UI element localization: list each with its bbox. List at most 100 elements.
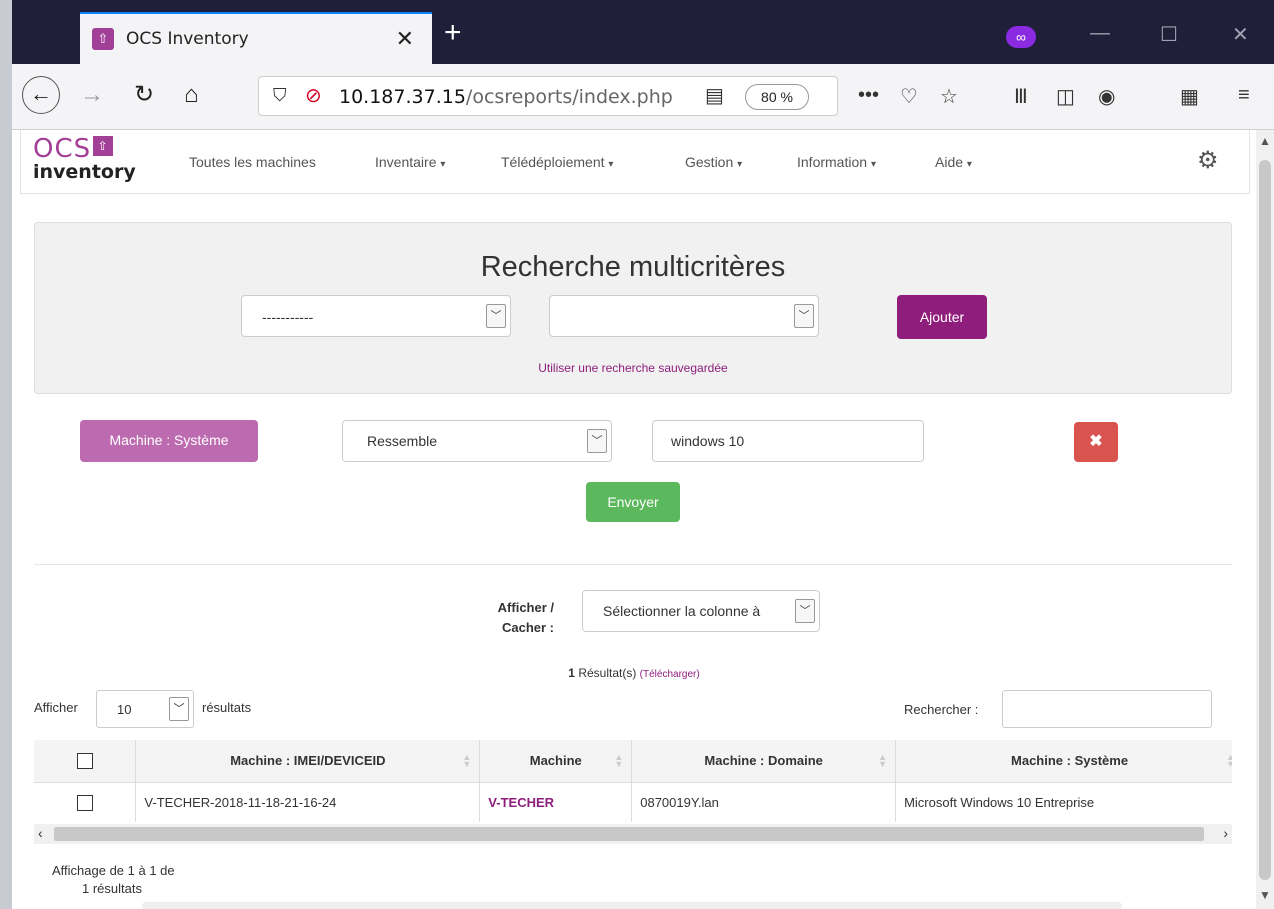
url-text[interactable]: 10.187.37.15/ocsreports/index.php [339,86,673,108]
menu-all-machines[interactable]: Toutes les machines [189,154,316,170]
back-arrow-icon[interactable]: ← [22,76,60,114]
maximize-icon[interactable]: ☐ [1160,22,1178,47]
url-bar[interactable]: ⛉ ⊘ 10.187.37.15/ocsreports/index.php ▤ … [258,76,838,116]
shield-icon[interactable]: ⛉ [273,85,287,106]
scrollbar-thumb[interactable] [54,827,1204,841]
column-header-system[interactable]: Machine : Système ▲ ▼ [895,740,1232,783]
chevron-down-icon[interactable]: ﹀ [169,697,189,721]
forward-arrow-icon[interactable]: → [80,78,104,112]
menu-teledeploiement[interactable]: Télédéploiement ▾ [501,154,613,170]
sort-icon: ▲ ▼ [462,752,472,769]
menu-hamburger-icon[interactable]: ≡ [1238,84,1250,107]
more-actions-icon[interactable]: ••• [858,84,879,107]
saved-search-link[interactable]: Utiliser une recherche sauvegardée [35,361,1231,375]
vertical-scrollbar[interactable]: ▲ ▼ [1256,130,1274,909]
menu-aide[interactable]: Aide ▾ [935,154,972,170]
criterion-value-input[interactable]: windows 10 [652,420,924,462]
download-link[interactable]: (Télécharger) [640,669,700,680]
results-table: Machine : IMEI/DEVICEID ▲ ▼ Machine ▲ ▼ Mach… [34,740,1232,834]
sort-icon: ▲ ▼ [878,752,888,769]
extensions-gift-icon[interactable]: ▦ [1180,84,1199,109]
ocs-logo[interactable]: OCS ⇧ inventory [33,136,163,186]
show-label: Afficher [34,700,78,715]
browser-titlebar: ⇧ OCS Inventory ✕ + ∞ — ☐ ✕ [0,0,1274,64]
column-header-machine[interactable]: Machine ▲ ▼ [479,740,633,783]
sidebar-icon[interactable]: ◫ [1056,84,1075,109]
scroll-down-icon[interactable]: ▼ [1259,888,1271,902]
table-select-value: ----------- [262,309,314,325]
column-select-value: Sélectionner la colonne à [603,603,761,619]
reload-icon[interactable]: ↻ [134,78,154,112]
row-checkbox[interactable] [76,794,93,811]
logo-inventory-text: inventory [33,161,136,183]
chevron-down-icon[interactable]: ﹀ [486,304,506,328]
caret-down-icon: ▾ [440,159,446,170]
minimize-icon[interactable]: — [1090,22,1110,45]
chevron-down-icon[interactable]: ﹀ [587,429,607,453]
library-icon[interactable]: Ⅲ [1014,84,1028,109]
browser-tab[interactable]: ⇧ OCS Inventory ✕ [80,12,432,64]
search-title: Recherche multicritères [480,251,786,283]
scroll-up-icon[interactable]: ▲ [1259,134,1271,148]
remove-criterion-button[interactable]: ✖ [1074,422,1118,462]
table-info-line1: Affichage de 1 à 1 de [52,863,175,878]
select-all-checkbox[interactable] [76,753,93,770]
system-cell: Microsoft Windows 10 Entreprise [895,782,1232,822]
caret-down-icon: ▾ [608,159,614,170]
logo-ocs-text: OCS [33,134,92,164]
home-icon[interactable]: ⌂ [184,78,199,112]
caret-down-icon: ▾ [966,159,972,170]
row-select-cell [34,782,137,822]
column-select[interactable]: Sélectionner la colonne à ﹀ [582,590,820,632]
vertical-scrollbar-thumb[interactable] [1259,160,1271,880]
column-header-domain[interactable]: Machine : Domaine ▲ ▼ [631,740,897,783]
column-header-imei[interactable]: Machine : IMEI/DEVICEID ▲ ▼ [135,740,481,783]
menu-gestion[interactable]: Gestion ▾ [685,154,742,170]
web-page: OCS ⇧ inventory Toutes les machines Inven… [12,130,1256,909]
add-criterion-button[interactable]: Ajouter [897,295,987,339]
new-tab-button[interactable]: + [444,18,462,48]
horizontal-scrollbar[interactable]: ‹ › [34,824,1232,844]
domain-cell: 0870019Y.lan [631,782,897,822]
chevron-down-icon[interactable]: ﹀ [795,599,815,623]
divider [34,564,1232,565]
sort-icon: ▲ ▼ [614,752,624,769]
operator-select-value: Ressemble [367,433,438,449]
scroll-right-icon[interactable]: › [1223,825,1228,841]
tab-close-icon[interactable]: ✕ [396,26,414,52]
operator-select[interactable]: Ressemble ﹀ [342,420,612,462]
pocket-icon[interactable]: ♡ [900,84,918,109]
field-select[interactable]: ﹀ [549,295,819,337]
table-info: Affichage de 1 à 1 de 1 résultats [52,862,175,898]
private-mask-icon: ∞ [1006,26,1036,48]
show-hide-label: Afficher / Cacher : [497,600,554,635]
menu-inventaire[interactable]: Inventaire ▾ [375,154,445,170]
gear-icon[interactable]: ⚙ [1197,146,1219,175]
logo-box-icon: ⇧ [93,136,114,156]
imei-cell: V-TECHER-2018-11-18-21-16-24 [135,782,481,822]
table-select[interactable]: ----------- ﹀ [241,295,511,337]
criterion-field-button[interactable]: Machine : Système [80,420,258,462]
table-info-line2: 1 résultats [82,881,142,896]
bookmark-star-icon[interactable]: ☆ [940,84,958,109]
page-length-select[interactable]: 10 ﹀ [96,690,194,728]
machine-link[interactable]: V-TECHER [488,795,554,810]
insecure-lock-icon[interactable]: ⊘ [305,83,322,108]
search-panel: Recherche multicritères ----------- ﹀ ﹀ … [34,222,1232,394]
select-all-header [34,740,137,783]
app-navbar: OCS ⇧ inventory Toutes les machines Inven… [20,130,1250,194]
reader-view-icon[interactable]: ▤ [705,83,724,108]
submit-button[interactable]: Envoyer [586,482,680,522]
zoom-level[interactable]: 80 % [745,84,809,110]
page-length-value: 10 [117,702,132,717]
bottom-scroll-track [142,902,1122,909]
table-search-input[interactable] [1002,690,1212,728]
close-window-icon[interactable]: ✕ [1232,22,1249,47]
window-left-edge [0,0,12,909]
menu-information[interactable]: Information ▾ [797,154,876,170]
account-icon[interactable]: ◉ [1098,84,1115,109]
browser-navbar: ← → ↻ ⌂ ⛉ ⊘ 10.187.37.15/ocsreports/inde… [12,64,1274,130]
chevron-down-icon[interactable]: ﹀ [794,304,814,328]
caret-down-icon: ▾ [737,159,743,170]
scroll-left-icon[interactable]: ‹ [38,825,43,841]
